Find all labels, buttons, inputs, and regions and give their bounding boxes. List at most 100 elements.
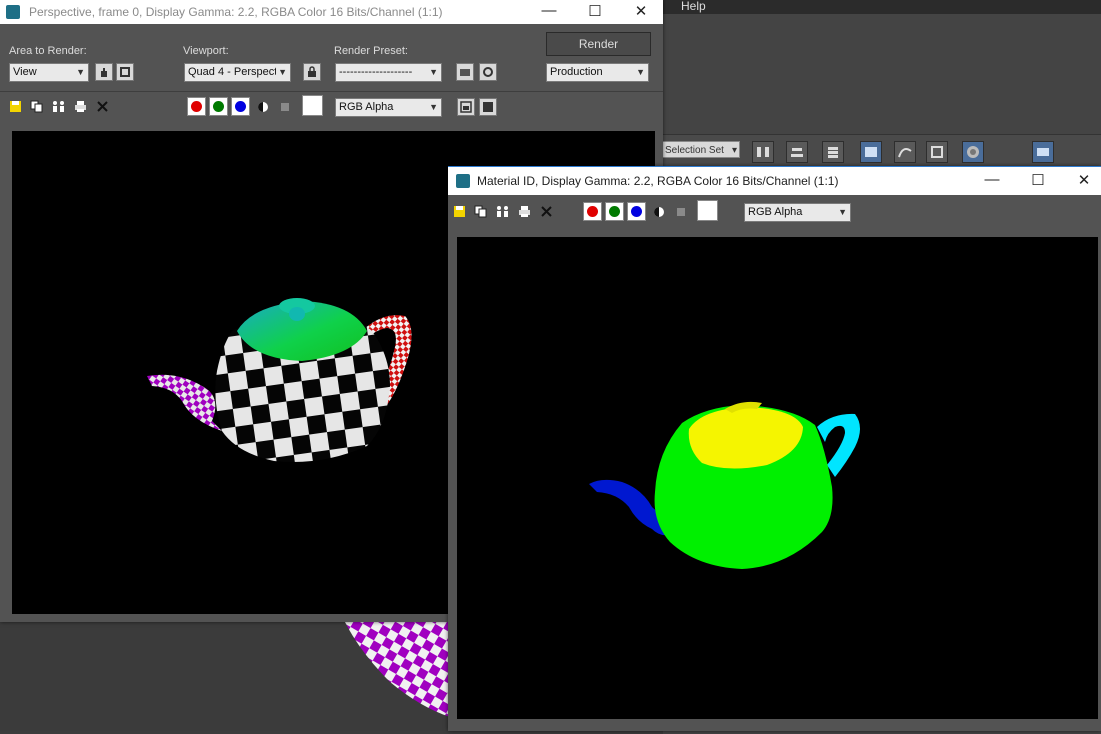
material-editor-icon[interactable] [962,141,984,163]
render-preset-value: -------------------- [339,66,413,78]
background-teapot [345,622,450,717]
hand-button[interactable] [95,63,113,81]
save-button[interactable] [7,98,24,115]
color-swatch[interactable] [302,95,323,116]
chevron-down-icon: ▼ [427,64,438,81]
green-channel-icon [609,206,620,217]
red-channel-toggle[interactable] [187,97,206,116]
chevron-down-icon: ▼ [838,207,847,217]
copy-icon [30,100,43,113]
curve-editor-icon[interactable] [894,141,916,163]
app-icon [6,5,20,19]
close-button[interactable]: ✕ [618,0,664,24]
background-viewport [0,622,450,731]
channel-display-dropdown[interactable]: RGB Alpha ▼ [335,98,442,117]
chevron-down-icon: ▼ [429,102,438,112]
clone-icon [52,101,64,112]
chevron-down-icon: ▼ [76,67,85,77]
mono-icon [257,101,268,112]
color-swatch[interactable] [697,200,718,221]
clone-button[interactable] [50,98,67,115]
render-button[interactable]: Render [546,32,651,56]
area-to-render-value: View [13,66,37,78]
print-icon [75,101,86,112]
blue-channel-toggle[interactable] [231,97,250,116]
blue-channel-toggle[interactable] [627,202,646,221]
viewport-label: Viewport: [183,45,229,57]
green-channel-toggle[interactable] [605,202,624,221]
save-icon [454,206,465,217]
alpha-button[interactable] [672,203,689,220]
lock-button[interactable] [303,63,321,81]
area-to-render-dropdown[interactable]: View ▼ [9,63,89,82]
alpha-icon [280,102,289,111]
clear-icon [541,206,552,217]
hand-icon [101,68,107,77]
channel-display-value: RGB Alpha [339,101,394,113]
chevron-down-icon: ▼ [636,67,645,77]
minimize-button[interactable]: — [969,167,1015,195]
clone-icon [496,206,508,217]
viewport-value: Quad 4 - Perspect [188,66,278,78]
chevron-down-icon: ▾ [731,145,737,156]
green-channel-toggle[interactable] [209,97,228,116]
clear-button[interactable] [94,98,111,115]
crop-button[interactable] [116,63,134,81]
crop-icon [120,67,130,77]
render-setup-icon[interactable] [1032,141,1054,163]
toggle-ui-button[interactable] [457,98,475,116]
selection-set-dropdown[interactable]: Selection Set ▾ [662,141,740,158]
render-window-title: Perspective, frame 0, Display Gamma: 2.2… [29,5,443,19]
material-id-window[interactable]: Material ID, Display Gamma: 2.2, RGBA Co… [448,166,1101,731]
red-channel-toggle[interactable] [583,202,602,221]
print-icon [519,206,530,217]
maximize-button[interactable]: ☐ [1015,167,1061,195]
render-preset-label: Render Preset: [334,45,408,57]
settings-icon [483,67,493,77]
mirror-icon[interactable] [752,141,774,163]
minimize-button[interactable]: — [526,0,572,24]
display-icon [483,102,493,112]
lock-icon [308,66,316,77]
blue-channel-icon [235,101,246,112]
maximize-button[interactable]: ☐ [572,0,618,24]
material-id-canvas[interactable] [457,237,1098,719]
blue-channel-icon [631,206,642,217]
alpha-button[interactable] [276,98,293,115]
material-window-titlebar[interactable]: Material ID, Display Gamma: 2.2, RGBA Co… [448,166,1101,195]
render-preset-dropdown[interactable]: -------------------- ▼ [335,63,442,82]
preset-icon [460,69,470,76]
toolbar-divider [0,91,663,92]
layer-icon[interactable] [822,141,844,163]
close-button[interactable]: ✕ [1061,167,1101,195]
mono-button[interactable] [254,98,271,115]
menu-help[interactable]: Help [681,0,706,13]
toggle-toolbar-button[interactable] [479,98,497,116]
schematic-icon[interactable] [926,141,948,163]
copy-button[interactable] [472,203,489,220]
viewport-dropdown[interactable]: Quad 4 - Perspect ▼ [184,63,291,82]
align-icon[interactable] [786,141,808,163]
copy-button[interactable] [28,98,45,115]
save-button[interactable] [451,203,468,220]
channel-display-value: RGB Alpha [748,206,803,218]
save-icon [10,101,21,112]
production-value: Production [550,66,603,78]
preset-button[interactable] [456,63,474,81]
clear-icon [97,101,108,112]
clone-button[interactable] [494,203,511,220]
production-dropdown[interactable]: Production ▼ [546,63,649,82]
settings-button[interactable] [479,63,497,81]
print-button[interactable] [516,203,533,220]
material-window-title: Material ID, Display Gamma: 2.2, RGBA Co… [477,174,839,188]
scene-explorer-icon[interactable] [860,141,882,163]
print-button[interactable] [72,98,89,115]
green-channel-icon [213,101,224,112]
mono-button[interactable] [650,203,667,220]
selection-set-value: Selection Set [665,145,724,156]
render-window-titlebar[interactable]: Perspective, frame 0, Display Gamma: 2.2… [0,0,663,24]
channel-display-dropdown[interactable]: RGB Alpha ▼ [744,203,851,222]
clear-button[interactable] [538,203,555,220]
window-icon [460,101,472,113]
red-channel-icon [587,206,598,217]
